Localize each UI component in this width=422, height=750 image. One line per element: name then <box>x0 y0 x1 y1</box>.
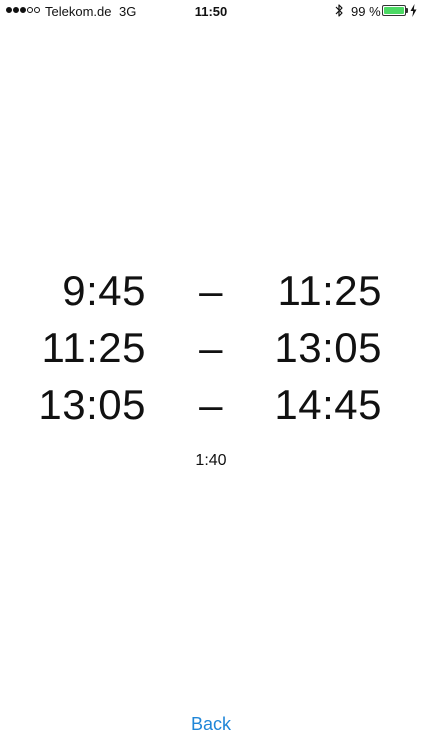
period-end-time: 13:05 <box>274 324 382 371</box>
back-button[interactable]: Back <box>0 714 422 735</box>
period-end-time: 11:25 <box>277 267 382 314</box>
charging-bolt-icon <box>410 4 417 17</box>
status-bar: Telekom.de 3G 11:50 99 % <box>0 0 422 24</box>
battery-icon <box>382 5 406 16</box>
battery-tip <box>406 8 408 13</box>
period-row: 9:45 – 11:25 <box>0 262 422 319</box>
period-start-time: 13:05 <box>38 381 146 428</box>
bluetooth-icon <box>335 4 343 17</box>
period-start-time: 11:25 <box>41 324 146 371</box>
period-row: 13:05 – 14:45 <box>0 376 422 433</box>
period-duration: 1:40 <box>195 452 227 469</box>
period-separator: – <box>199 324 223 371</box>
period-separator: – <box>199 381 223 428</box>
period-separator: – <box>199 267 223 314</box>
battery-percentage: 99 % <box>351 4 381 19</box>
battery-fill <box>384 7 404 14</box>
period-row: 11:25 – 13:05 <box>0 319 422 376</box>
period-start-time: 9:45 <box>62 267 146 314</box>
period-schedule: 9:45 – 11:25 11:25 – 13:05 13:05 – 14:45 <box>0 262 422 433</box>
period-end-time: 14:45 <box>274 381 382 428</box>
